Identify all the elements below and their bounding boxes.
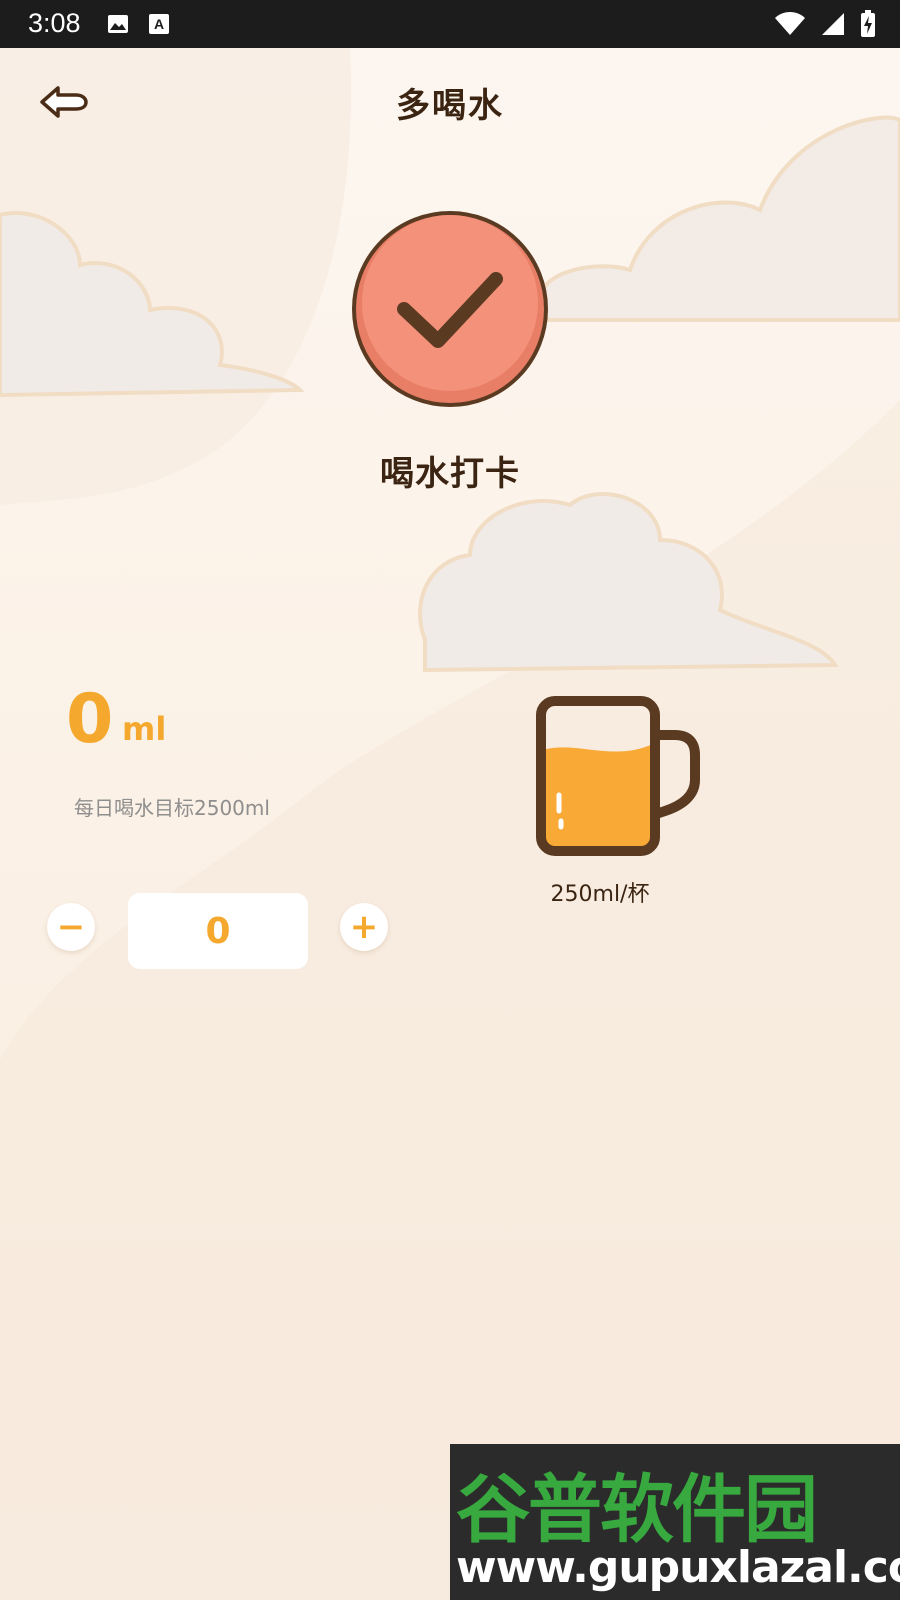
cup-size-label: 250ml/杯 (550, 882, 650, 907)
status-icons-right (774, 10, 876, 38)
intake-amount: 0 (66, 680, 114, 759)
svg-text:A: A (154, 16, 164, 32)
image-icon (108, 15, 128, 33)
mug-button[interactable] (535, 695, 710, 860)
daily-goal-text: 每日喝水目标2500ml (74, 796, 270, 820)
quantity-input[interactable]: 0 (128, 893, 308, 969)
intake-unit: ml (122, 710, 167, 748)
check-icon (352, 211, 548, 407)
decrease-button[interactable]: − (47, 903, 95, 951)
page-title: 多喝水 (396, 86, 504, 126)
watermark: 谷普软件园 www.gupuxlazal.com (450, 1444, 900, 1600)
mug-icon (536, 696, 700, 856)
back-arrow-icon (40, 86, 88, 118)
back-button[interactable] (36, 80, 96, 130)
status-icons-left: A (106, 12, 170, 36)
signal-icon (822, 13, 844, 35)
wifi-icon (775, 12, 805, 35)
watermark-brand: 谷普软件园 (456, 1467, 818, 1553)
status-bar: 3:08 A (0, 0, 900, 48)
watermark-url: www.gupuxlazal.com (456, 1542, 900, 1593)
battery-charging-icon (861, 10, 875, 37)
status-time: 3:08 (28, 8, 81, 38)
increase-button[interactable]: + (340, 903, 388, 951)
checkin-button[interactable] (350, 209, 550, 409)
checkin-label: 喝水打卡 (380, 454, 520, 494)
text-a-icon: A (149, 14, 169, 34)
app-screen: 3:08 A 多喝水 喝水打卡 0 ml 每日喝水目标2500ml − 0 + … (0, 0, 900, 1600)
